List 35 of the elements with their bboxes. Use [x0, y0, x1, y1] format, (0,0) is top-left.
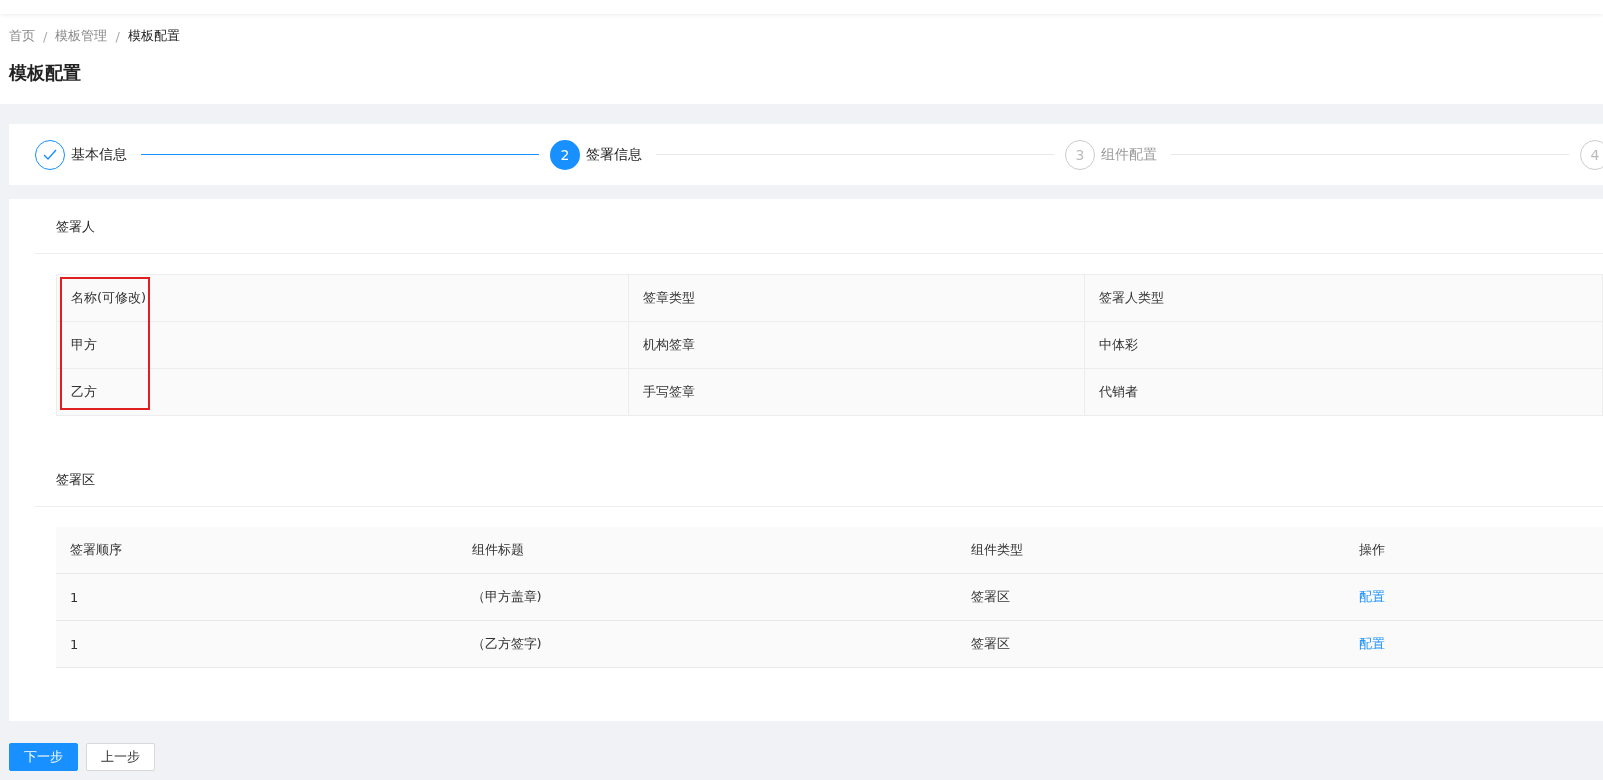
- breadcrumb-link[interactable]: 首页: [9, 27, 35, 45]
- column-header: 签章类型: [628, 274, 1085, 322]
- configure-link[interactable]: 配置: [1359, 636, 1386, 651]
- table-cell: 签署区: [957, 573, 1346, 621]
- next-step-button[interactable]: 下一步: [9, 743, 78, 771]
- table-cell: 乙方: [56, 368, 629, 416]
- section-title: 签署区: [35, 452, 1603, 507]
- column-header: 签署顺序: [56, 527, 458, 574]
- table-cell: 中体彩: [1084, 321, 1603, 369]
- step-title: 签署信息: [586, 145, 642, 164]
- table-cell: 甲方: [56, 321, 629, 369]
- breadcrumb-separator: /: [115, 28, 120, 44]
- table-cell: （甲方盖章): [457, 573, 958, 621]
- table-cell: 签署区: [957, 620, 1346, 668]
- table-cell: 1: [56, 573, 458, 621]
- configure-link[interactable]: 配置: [1359, 589, 1386, 604]
- column-header: 操作: [1345, 527, 1603, 574]
- table-cell: 机构签章: [628, 321, 1085, 369]
- column-header: 组件类型: [957, 527, 1346, 574]
- column-header: 名称(可修改): [56, 274, 629, 322]
- step-title: 组件配置: [1101, 145, 1157, 164]
- table-cell: 手写签章: [628, 368, 1085, 416]
- table-cell: （乙方签字): [457, 620, 958, 668]
- page-title: 模板配置: [7, 61, 82, 85]
- breadcrumb-current: 模板配置: [127, 27, 180, 45]
- table-cell: 代销者: [1084, 368, 1603, 416]
- step-title: 基本信息: [71, 145, 127, 164]
- breadcrumb-link[interactable]: 模板管理: [55, 27, 108, 45]
- column-header: 组件标题: [457, 527, 958, 574]
- step-number: 2: [550, 139, 580, 170]
- table-cell: 1: [56, 620, 458, 668]
- column-header: 签署人类型: [1084, 274, 1603, 322]
- breadcrumb-separator: /: [43, 28, 48, 44]
- section-title: 签署人: [35, 199, 1603, 254]
- previous-step-button[interactable]: 上一步: [86, 743, 155, 771]
